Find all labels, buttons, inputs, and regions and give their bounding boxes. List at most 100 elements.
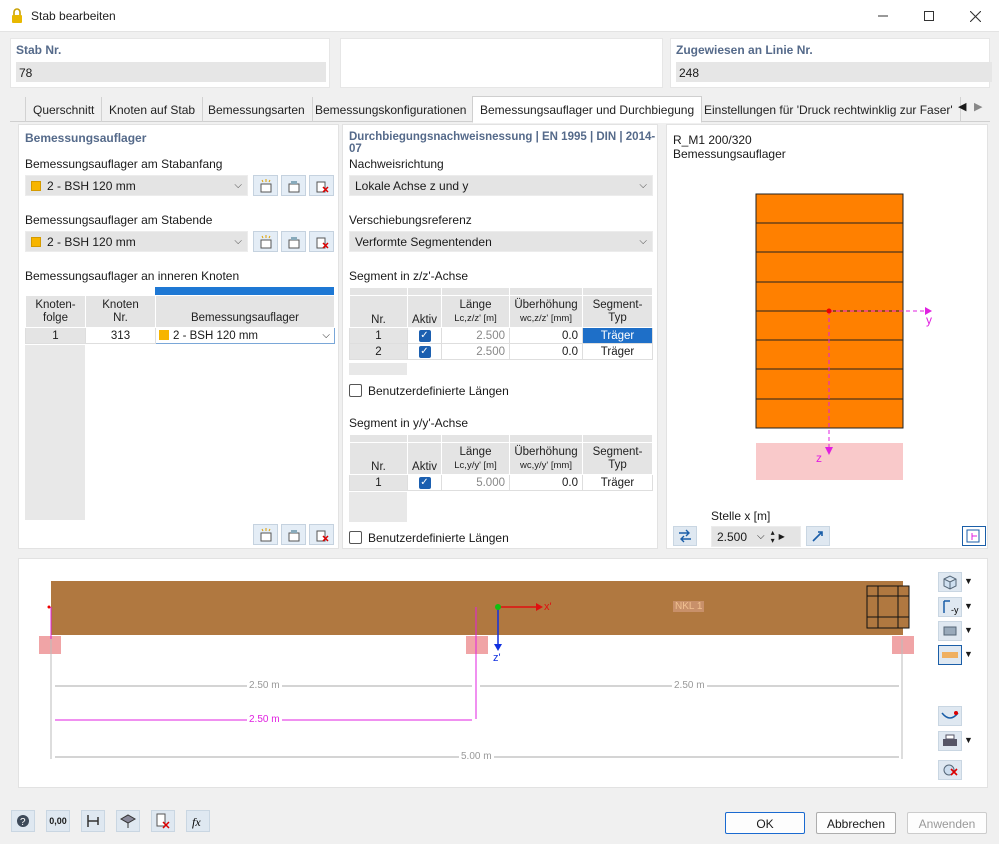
chevron-down-icon: ⌵ <box>234 236 242 247</box>
print-icon <box>943 734 957 746</box>
table-row[interactable]: 2 ✓ 2.500 0.0 Träger <box>349 343 653 360</box>
section-option-button[interactable] <box>673 526 697 546</box>
tab-einstellungen-druck[interactable]: Einstellungen für 'Druck rechtwinklig zu… <box>697 97 961 122</box>
axis-x-label: x' <box>544 601 552 613</box>
dim-total: 5.00 m <box>459 751 494 762</box>
user-lengths-z-checkbox[interactable] <box>349 384 362 397</box>
view-3d-button[interactable] <box>938 572 962 592</box>
function-button[interactable]: fx <box>186 810 210 832</box>
cell-typ[interactable]: Träger <box>582 327 653 344</box>
print-button[interactable] <box>938 731 962 751</box>
cell-ueberhoehung[interactable]: 0.0 <box>509 327 583 344</box>
delete-button[interactable] <box>151 810 175 832</box>
cell-ueberhoehung[interactable]: 0.0 <box>509 474 583 491</box>
render-mode-button[interactable] <box>938 621 962 641</box>
pick-location-button[interactable] <box>806 526 830 546</box>
tab-next-icon[interactable]: ▶ <box>974 100 982 113</box>
display-toggle-button[interactable] <box>962 526 986 546</box>
tab-bemessungskonfigurationen[interactable]: Bemessungskonfigurationen <box>308 97 475 122</box>
end-select[interactable]: 2 - BSH 120 mm ⌵ <box>25 231 248 252</box>
stelle-spinner[interactable]: 2.500 ⌵ ▴ ▾ ▶ <box>711 526 801 547</box>
delete-row-button[interactable] <box>309 524 334 545</box>
units-button[interactable]: 0,00 <box>46 810 70 832</box>
stab-nr-field[interactable]: 78 <box>16 62 326 82</box>
cell-auflager-select[interactable]: 2 - BSH 120 mm ⌵ <box>155 327 335 344</box>
reset-view-button[interactable] <box>938 760 962 780</box>
cell-laenge[interactable]: 5.000 <box>441 474 510 491</box>
edit-support-end-button[interactable] <box>281 231 306 252</box>
table-row[interactable]: 1 313 2 - BSH 120 mm ⌵ <box>25 327 335 344</box>
tab-bemessungsarten[interactable]: Bemessungsarten <box>201 97 313 122</box>
cell-knoten[interactable]: 313 <box>85 327 156 344</box>
section-glyph <box>866 585 910 629</box>
view-direction-button[interactable]: -y <box>938 597 962 617</box>
cell-aktiv-checkbox[interactable]: ✓ <box>407 474 442 491</box>
empty-info-box <box>340 38 663 88</box>
chevron-down-icon: ⌵ <box>322 329 330 341</box>
table-empty-area <box>25 345 85 520</box>
help-button[interactable]: ? <box>11 810 35 832</box>
linie-nr-label: Zugewiesen an Linie Nr. <box>676 43 813 57</box>
left-panel: Bemessungsauflager Bemessungsauflager am… <box>18 124 339 549</box>
delete-support-button[interactable] <box>309 175 334 196</box>
new-support-button[interactable] <box>253 175 278 196</box>
chevron-down-icon: ⌵ <box>234 180 242 191</box>
referenz-select[interactable]: Verformte Segmentenden ⌵ <box>349 231 653 252</box>
user-lengths-y-checkbox[interactable] <box>349 531 362 544</box>
close-button[interactable] <box>952 0 998 32</box>
cell-aktiv-checkbox[interactable]: ✓ <box>407 327 442 344</box>
spin-icon[interactable]: ▴ ▾ <box>771 528 775 545</box>
edit-row-button[interactable] <box>281 524 306 545</box>
member-color-button[interactable] <box>938 645 962 665</box>
minimize-button[interactable] <box>860 0 906 32</box>
cell-laenge[interactable]: 2.500 <box>441 327 510 344</box>
cell-aktiv-checkbox[interactable]: ✓ <box>407 343 442 360</box>
cell-laenge[interactable]: 2.500 <box>441 343 510 360</box>
new-row-button[interactable] <box>253 524 278 545</box>
delete-icon <box>316 237 329 249</box>
new-support-end-button[interactable] <box>253 231 278 252</box>
chevron-right-icon[interactable]: ▶ <box>779 532 785 541</box>
tab-knoten-auf-stab[interactable]: Knoten auf Stab <box>102 97 204 122</box>
tab-bemessungsauflager[interactable]: Bemessungsauflager und Durchbiegung <box>472 96 703 123</box>
cell-nr: 1 <box>349 474 408 491</box>
tab-prev-icon[interactable]: ◀ <box>958 100 966 113</box>
cell-ueberhoehung[interactable]: 0.0 <box>509 343 583 360</box>
table-row[interactable]: 1 ✓ 5.000 0.0 Träger <box>349 474 653 491</box>
new-icon <box>260 527 271 541</box>
linie-nr-box: Zugewiesen an Linie Nr. 248 <box>670 38 992 88</box>
chevron-down-icon[interactable]: ▼ <box>964 576 973 586</box>
chevron-down-icon[interactable]: ▼ <box>964 649 973 659</box>
user-lengths-z-label: Benutzerdefinierte Längen <box>368 384 509 398</box>
apply-button[interactable]: Anwenden <box>907 812 987 834</box>
member-view-panel: x' z' NKL 1 2.50 m 2.50 m 2.50 m 5.00 m … <box>18 558 988 788</box>
members-button[interactable] <box>81 810 105 832</box>
ok-button[interactable]: OK <box>725 812 805 834</box>
chevron-down-icon[interactable]: ▼ <box>964 601 973 611</box>
support-start <box>39 636 61 654</box>
linie-nr-field[interactable]: 248 <box>676 62 992 82</box>
chevron-down-icon[interactable]: ▼ <box>964 735 973 745</box>
segment-y-label: Segment in y/y'-Achse <box>349 416 469 430</box>
chevron-down-icon[interactable]: ▼ <box>964 625 973 635</box>
cell-typ[interactable]: Träger <box>582 474 653 491</box>
cell-typ[interactable]: Träger <box>582 343 653 360</box>
tab-querschnitt[interactable]: Querschnitt <box>26 97 103 122</box>
deformation-button[interactable] <box>938 706 962 726</box>
col-ueberhoehung: Überhöhung wc,z/z' [mm] <box>509 295 583 328</box>
view-button[interactable] <box>116 810 140 832</box>
chevron-down-icon: ⌵ <box>757 531 765 542</box>
render-icon <box>943 626 957 636</box>
referenz-label: Verschiebungsreferenz <box>349 213 472 227</box>
richtung-select[interactable]: Lokale Achse z und y ⌵ <box>349 175 653 196</box>
user-lengths-y-label: Benutzerdefinierte Längen <box>368 531 509 545</box>
edit-support-button[interactable] <box>281 175 306 196</box>
delete-support-end-button[interactable] <box>309 231 334 252</box>
maximize-button[interactable] <box>906 0 952 32</box>
cancel-button[interactable]: Abbrechen <box>816 812 896 834</box>
start-select[interactable]: 2 - BSH 120 mm ⌵ <box>25 175 248 196</box>
function-icon: fx <box>192 815 201 829</box>
inner-label: Bemessungsauflager an inneren Knoten <box>25 269 240 283</box>
cell-folge: 1 <box>25 327 86 344</box>
table-row[interactable]: 1 ✓ 2.500 0.0 Träger <box>349 327 653 344</box>
